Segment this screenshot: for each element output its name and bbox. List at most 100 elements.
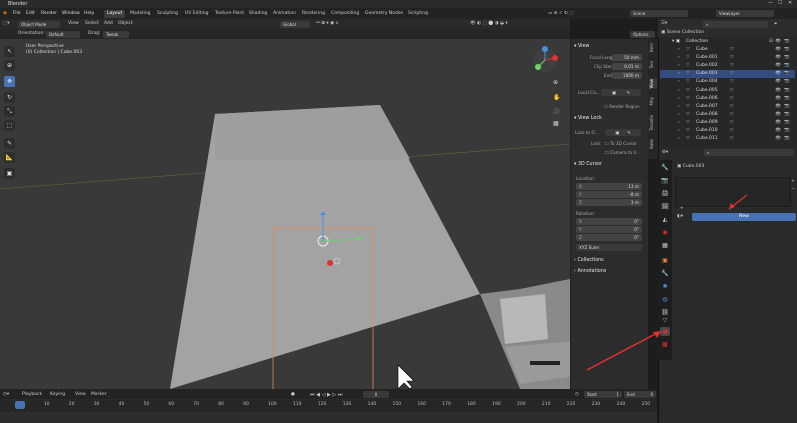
tab-shading[interactable]: Shading [246, 10, 270, 18]
tab-texture-paint[interactable]: Texture Paint [212, 10, 247, 18]
cursor-location-z[interactable]: Z3 m [576, 199, 642, 206]
mode-selector[interactable]: Object Mode [18, 20, 60, 28]
view-section-header[interactable]: ▾ View [574, 44, 589, 49]
transform-tool-icon[interactable]: ⬚ [4, 120, 15, 131]
visibility-eye-icon[interactable]: 👁 [775, 96, 781, 101]
render-region-checkbox[interactable]: ☐ Render Region [604, 104, 640, 109]
outliner-object-row[interactable]: › ▽ Cube.007 ▽ 👁 📷 [660, 103, 795, 111]
tab-geometry-nodes[interactable]: Geometry Nodes [362, 10, 406, 18]
expand-icon[interactable]: › [678, 104, 680, 109]
measure-tool-icon[interactable]: 📐 [4, 152, 15, 163]
visibility-eye-icon[interactable]: 👁 [775, 55, 781, 60]
render-camera-icon[interactable]: 📷 [784, 55, 790, 60]
editor-type-icon[interactable]: ⬚▾ [3, 21, 10, 26]
expand-icon[interactable]: › [678, 79, 680, 84]
navigation-gizmo[interactable] [530, 45, 560, 75]
tab-scripting[interactable]: Scripting [405, 10, 431, 18]
render-camera-icon[interactable]: 📷 [784, 128, 790, 133]
outliner-object-row[interactable]: › ▽ Cube ▽ 👁 📷 [660, 46, 795, 54]
menu-select[interactable]: Select [85, 21, 99, 26]
render-camera-icon[interactable]: 📷 [784, 63, 790, 68]
end-frame-field[interactable]: End 0 [624, 390, 656, 398]
transform-orientation[interactable]: Global [280, 20, 310, 28]
render-camera-icon[interactable]: 📷 [784, 104, 790, 109]
expand-icon[interactable]: › [678, 112, 680, 117]
tab-compositing[interactable]: Compositing [328, 10, 362, 18]
cursor-rotation-y[interactable]: Y 0° [576, 226, 642, 233]
particles-tab-icon[interactable]: ✺ [660, 282, 670, 291]
render-camera-icon[interactable]: 📷 [784, 88, 790, 93]
outliner-object-row[interactable]: › ▽ Cube.011 ▽ 👁 📷 [660, 135, 795, 143]
minimize-icon[interactable]: — [768, 0, 773, 6]
expand-icon[interactable]: › [678, 88, 680, 93]
select-tool-icon[interactable]: ↖ [4, 46, 15, 57]
lock-to-object-field[interactable]: ▣ ✎ [605, 129, 641, 136]
drag-dropdown[interactable]: Tweak [103, 30, 129, 38]
zoom-icon[interactable]: ⊕ [553, 79, 558, 86]
outliner-object-row[interactable]: › ▽ Cube.009 ▽ 👁 📷 [660, 119, 795, 127]
current-frame-field[interactable]: 0 [363, 390, 389, 398]
add-slot-icon[interactable]: + [791, 179, 795, 184]
new-material-button[interactable]: New [692, 213, 796, 221]
menu-window[interactable]: Window [62, 11, 80, 16]
visibility-eye-icon[interactable]: 👁 [775, 71, 781, 76]
orientation-dropdown[interactable]: Default [46, 30, 80, 38]
add-small-icon[interactable]: + [680, 206, 684, 211]
cursor-tool-icon[interactable]: ⊕ [4, 60, 15, 71]
outliner-object-row[interactable]: › ▽ Cube.006 ▽ 👁 📷 [660, 95, 795, 103]
outliner-object-row[interactable]: › ▽ Cube.003 ▽ 👁 📷 [660, 70, 795, 79]
menu-timeline-view[interactable]: View [75, 392, 86, 397]
visibility-eye-icon[interactable]: 👁 [775, 104, 781, 109]
tab-bake[interactable]: Bake [649, 139, 657, 149]
options-dropdown[interactable]: Options [630, 30, 655, 38]
rotate-tool-icon[interactable]: ↻ [4, 92, 15, 103]
scale-tool-icon[interactable]: ⤡ [4, 106, 15, 117]
tab-view[interactable]: View [649, 79, 657, 89]
render-camera-icon[interactable]: 📷 [784, 136, 790, 141]
3d-cursor-section-header[interactable]: ▾ 3D Cursor [574, 162, 602, 167]
cursor-rotation-x[interactable]: X 0° [576, 218, 642, 225]
outliner-object-row[interactable]: › ▽ Cube.001 ▽ 👁 📷 [660, 54, 795, 62]
visibility-eye-icon[interactable]: 👁 [775, 120, 781, 125]
annotate-tool-icon[interactable]: ✎ [4, 138, 15, 149]
cursor-location-y[interactable]: Y -8 m [576, 191, 642, 198]
tool-tab-icon[interactable]: 🔧 [660, 163, 670, 172]
playhead-marker[interactable] [15, 401, 25, 409]
move-tool-icon[interactable]: ✥ [4, 76, 15, 87]
tab-sculpting[interactable]: Sculpting [154, 10, 181, 18]
view-layer-selector[interactable]: ViewLayer [716, 10, 774, 17]
menu-help[interactable]: Help [84, 11, 94, 16]
expand-icon[interactable]: › [678, 96, 680, 101]
render-camera-icon[interactable]: 📷 [784, 47, 790, 52]
tab-uv-editing[interactable]: UV Editing [182, 10, 211, 18]
render-tab-icon[interactable]: 📷 [660, 176, 670, 185]
close-icon[interactable]: ✕ [788, 0, 792, 6]
object-tab-icon[interactable]: ▣ [660, 256, 670, 265]
render-camera-icon[interactable]: 📷 [784, 79, 790, 84]
expand-icon[interactable]: › [678, 128, 680, 133]
visibility-eye-icon[interactable]: 👁 [775, 112, 781, 117]
menu-edit[interactable]: Edit [26, 11, 35, 16]
playback-controls[interactable]: ⏮ ◀ ◁ ▶ ▷ ⏭ [310, 392, 342, 398]
expand-icon[interactable]: › [678, 136, 680, 141]
visibility-eye-icon[interactable]: 👁 [775, 88, 781, 93]
timeline-track-area[interactable] [0, 412, 657, 423]
expand-icon[interactable]: › [678, 63, 680, 68]
annotations-section-header[interactable]: › Annotations [574, 269, 606, 274]
expand-icon[interactable]: › [678, 47, 680, 52]
menu-file[interactable]: File [13, 11, 21, 16]
menu-view[interactable]: View [68, 21, 79, 26]
expand-icon[interactable]: › [678, 55, 680, 60]
material-slots-list[interactable] [675, 177, 791, 207]
output-tab-icon[interactable]: 🖨 [660, 189, 670, 198]
menu-object[interactable]: Object [118, 21, 133, 26]
scene-tab-icon[interactable]: ◭ [660, 215, 670, 224]
collections-section-header[interactable]: › Collections [574, 258, 604, 263]
collection-tab-icon[interactable]: ▦ [660, 241, 670, 250]
visibility-eye-icon[interactable]: 👁 [775, 79, 781, 84]
ortho-grid-icon[interactable]: ▦ [553, 120, 559, 127]
outliner-object-row[interactable]: › ▽ Cube.008 ▽ 👁 📷 [660, 111, 795, 119]
outliner-object-row[interactable]: › ▽ Cube.004 ▽ 👁 📷 [660, 78, 795, 86]
rotation-mode-dropdown[interactable]: XYZ Euler [576, 244, 642, 251]
menu-keying[interactable]: Keying [50, 392, 65, 397]
